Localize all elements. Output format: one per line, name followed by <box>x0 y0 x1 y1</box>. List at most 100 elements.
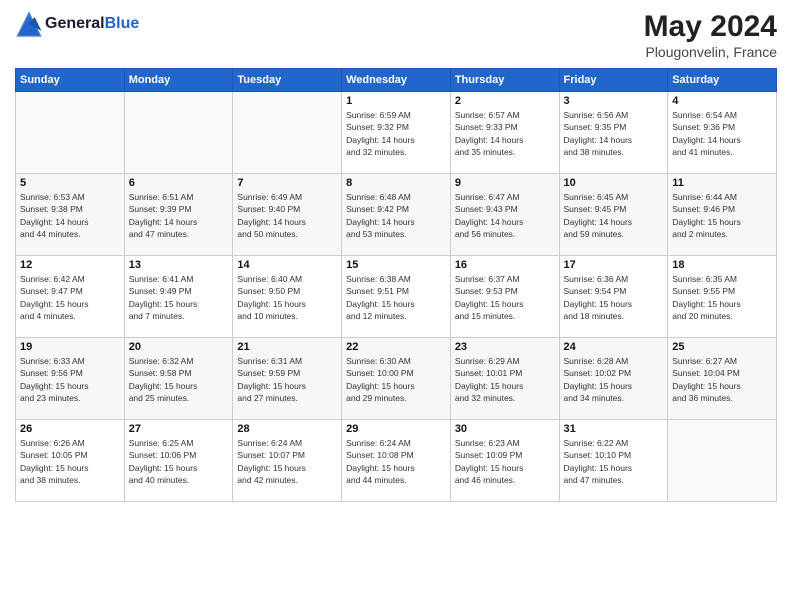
day-info: Sunrise: 6:40 AM Sunset: 9:50 PM Dayligh… <box>237 273 337 322</box>
calendar-cell: 9 Sunrise: 6:47 AM Sunset: 9:43 PM Daylig… <box>450 174 559 256</box>
calendar-cell: 18 Sunrise: 6:35 AM Sunset: 9:55 PM Dayli… <box>668 256 777 338</box>
calendar-cell: 31Sunrise: 6:22 AM Sunset: 10:10 PM Dayl… <box>559 420 668 502</box>
calendar-cell <box>668 420 777 502</box>
calendar-cell <box>233 92 342 174</box>
calendar-cell: 27 Sunrise: 6:25 AM Sunset: 10:06 PM Dayl… <box>124 420 233 502</box>
day-number: 11 <box>672 177 772 189</box>
calendar-cell: 17 Sunrise: 6:36 AM Sunset: 9:54 PM Dayli… <box>559 256 668 338</box>
day-number: 17 <box>564 259 664 271</box>
day-number: 6 <box>129 177 229 189</box>
day-number: 19 <box>20 341 120 353</box>
day-number: 9 <box>455 177 555 189</box>
day-info: Sunrise: 6:31 AM Sunset: 9:59 PM Dayligh… <box>237 355 337 404</box>
calendar-cell: 21 Sunrise: 6:31 AM Sunset: 9:59 PM Dayli… <box>233 338 342 420</box>
day-number: 18 <box>672 259 772 271</box>
calendar-cell: 7Sunrise: 6:49 AM Sunset: 9:40 PM Daylig… <box>233 174 342 256</box>
day-info: Sunrise: 6:24 AM Sunset: 10:07 PM Daylig… <box>237 437 337 486</box>
calendar-cell: 14 Sunrise: 6:40 AM Sunset: 9:50 PM Dayli… <box>233 256 342 338</box>
day-number: 12 <box>20 259 120 271</box>
calendar-cell: 28 Sunrise: 6:24 AM Sunset: 10:07 PM Dayl… <box>233 420 342 502</box>
calendar-cell: 13Sunrise: 6:41 AM Sunset: 9:49 PM Dayli… <box>124 256 233 338</box>
calendar-cell: 29Sunrise: 6:24 AM Sunset: 10:08 PM Dayl… <box>342 420 451 502</box>
day-info: Sunrise: 6:25 AM Sunset: 10:06 PM Daylig… <box>129 437 229 486</box>
day-info: Sunrise: 6:27 AM Sunset: 10:04 PM Daylig… <box>672 355 772 404</box>
day-number: 25 <box>672 341 772 353</box>
day-number: 2 <box>455 95 555 107</box>
weekday-header-row: SundayMondayTuesdayWednesdayThursdayFrid… <box>16 69 777 92</box>
day-number: 21 <box>237 341 337 353</box>
calendar-cell: 20Sunrise: 6:32 AM Sunset: 9:58 PM Dayli… <box>124 338 233 420</box>
day-info: Sunrise: 6:44 AM Sunset: 9:46 PM Dayligh… <box>672 191 772 240</box>
calendar-cell: 5 Sunrise: 6:53 AM Sunset: 9:38 PM Daylig… <box>16 174 125 256</box>
day-info: Sunrise: 6:26 AM Sunset: 10:05 PM Daylig… <box>20 437 120 486</box>
day-info: Sunrise: 6:32 AM Sunset: 9:58 PM Dayligh… <box>129 355 229 404</box>
calendar-cell: 30Sunrise: 6:23 AM Sunset: 10:09 PM Dayl… <box>450 420 559 502</box>
day-number: 23 <box>455 341 555 353</box>
header: GeneralBlue May 2024 Plougonvelin, Franc… <box>15 10 777 60</box>
calendar-cell: 10 Sunrise: 6:45 AM Sunset: 9:45 PM Dayli… <box>559 174 668 256</box>
weekday-header-monday: Monday <box>124 69 233 92</box>
day-number: 27 <box>129 423 229 435</box>
calendar-cell: 4 Sunrise: 6:54 AM Sunset: 9:36 PM Daylig… <box>668 92 777 174</box>
day-info: Sunrise: 6:36 AM Sunset: 9:54 PM Dayligh… <box>564 273 664 322</box>
calendar-cell: 15 Sunrise: 6:38 AM Sunset: 9:51 PM Dayli… <box>342 256 451 338</box>
calendar-cell: 19Sunrise: 6:33 AM Sunset: 9:56 PM Dayli… <box>16 338 125 420</box>
calendar-cell: 23 Sunrise: 6:29 AM Sunset: 10:01 PM Dayl… <box>450 338 559 420</box>
logo-icon <box>15 10 43 38</box>
logo: GeneralBlue <box>15 10 139 38</box>
calendar-table: SundayMondayTuesdayWednesdayThursdayFrid… <box>15 68 777 502</box>
calendar-cell <box>16 92 125 174</box>
calendar-cell: 24Sunrise: 6:28 AM Sunset: 10:02 PM Dayl… <box>559 338 668 420</box>
day-number: 15 <box>346 259 446 271</box>
day-info: Sunrise: 6:37 AM Sunset: 9:53 PM Dayligh… <box>455 273 555 322</box>
day-info: Sunrise: 6:41 AM Sunset: 9:49 PM Dayligh… <box>129 273 229 322</box>
weekday-header-tuesday: Tuesday <box>233 69 342 92</box>
week-row-2: 12 Sunrise: 6:42 AM Sunset: 9:47 PM Dayli… <box>16 256 777 338</box>
day-info: Sunrise: 6:38 AM Sunset: 9:51 PM Dayligh… <box>346 273 446 322</box>
page: GeneralBlue May 2024 Plougonvelin, Franc… <box>0 0 792 612</box>
day-info: Sunrise: 6:23 AM Sunset: 10:09 PM Daylig… <box>455 437 555 486</box>
weekday-header-saturday: Saturday <box>668 69 777 92</box>
day-number: 4 <box>672 95 772 107</box>
day-number: 24 <box>564 341 664 353</box>
calendar-cell: 25 Sunrise: 6:27 AM Sunset: 10:04 PM Dayl… <box>668 338 777 420</box>
day-info: Sunrise: 6:29 AM Sunset: 10:01 PM Daylig… <box>455 355 555 404</box>
title-block: May 2024 Plougonvelin, France <box>644 10 777 60</box>
month-title: May 2024 <box>644 10 777 44</box>
day-info: Sunrise: 6:54 AM Sunset: 9:36 PM Dayligh… <box>672 109 772 158</box>
logo-text: GeneralBlue <box>45 15 139 33</box>
day-info: Sunrise: 6:57 AM Sunset: 9:33 PM Dayligh… <box>455 109 555 158</box>
day-number: 14 <box>237 259 337 271</box>
day-number: 26 <box>20 423 120 435</box>
day-number: 28 <box>237 423 337 435</box>
week-row-0: 1Sunrise: 6:59 AM Sunset: 9:32 PM Daylig… <box>16 92 777 174</box>
day-info: Sunrise: 6:56 AM Sunset: 9:35 PM Dayligh… <box>564 109 664 158</box>
weekday-header-sunday: Sunday <box>16 69 125 92</box>
day-info: Sunrise: 6:48 AM Sunset: 9:42 PM Dayligh… <box>346 191 446 240</box>
day-number: 31 <box>564 423 664 435</box>
calendar-cell: 6 Sunrise: 6:51 AM Sunset: 9:39 PM Daylig… <box>124 174 233 256</box>
day-info: Sunrise: 6:35 AM Sunset: 9:55 PM Dayligh… <box>672 273 772 322</box>
day-info: Sunrise: 6:53 AM Sunset: 9:38 PM Dayligh… <box>20 191 120 240</box>
day-number: 3 <box>564 95 664 107</box>
calendar-cell: 8 Sunrise: 6:48 AM Sunset: 9:42 PM Daylig… <box>342 174 451 256</box>
weekday-header-friday: Friday <box>559 69 668 92</box>
day-number: 5 <box>20 177 120 189</box>
day-number: 22 <box>346 341 446 353</box>
day-info: Sunrise: 6:42 AM Sunset: 9:47 PM Dayligh… <box>20 273 120 322</box>
day-number: 8 <box>346 177 446 189</box>
day-number: 10 <box>564 177 664 189</box>
week-row-4: 26 Sunrise: 6:26 AM Sunset: 10:05 PM Dayl… <box>16 420 777 502</box>
day-info: Sunrise: 6:30 AM Sunset: 10:00 PM Daylig… <box>346 355 446 404</box>
calendar-cell: 26 Sunrise: 6:26 AM Sunset: 10:05 PM Dayl… <box>16 420 125 502</box>
day-info: Sunrise: 6:24 AM Sunset: 10:08 PM Daylig… <box>346 437 446 486</box>
calendar-cell: 2 Sunrise: 6:57 AM Sunset: 9:33 PM Daylig… <box>450 92 559 174</box>
day-info: Sunrise: 6:47 AM Sunset: 9:43 PM Dayligh… <box>455 191 555 240</box>
calendar-cell: 3 Sunrise: 6:56 AM Sunset: 9:35 PM Daylig… <box>559 92 668 174</box>
week-row-1: 5 Sunrise: 6:53 AM Sunset: 9:38 PM Daylig… <box>16 174 777 256</box>
location-title: Plougonvelin, France <box>644 44 777 60</box>
day-info: Sunrise: 6:51 AM Sunset: 9:39 PM Dayligh… <box>129 191 229 240</box>
weekday-header-thursday: Thursday <box>450 69 559 92</box>
day-info: Sunrise: 6:45 AM Sunset: 9:45 PM Dayligh… <box>564 191 664 240</box>
calendar-cell <box>124 92 233 174</box>
